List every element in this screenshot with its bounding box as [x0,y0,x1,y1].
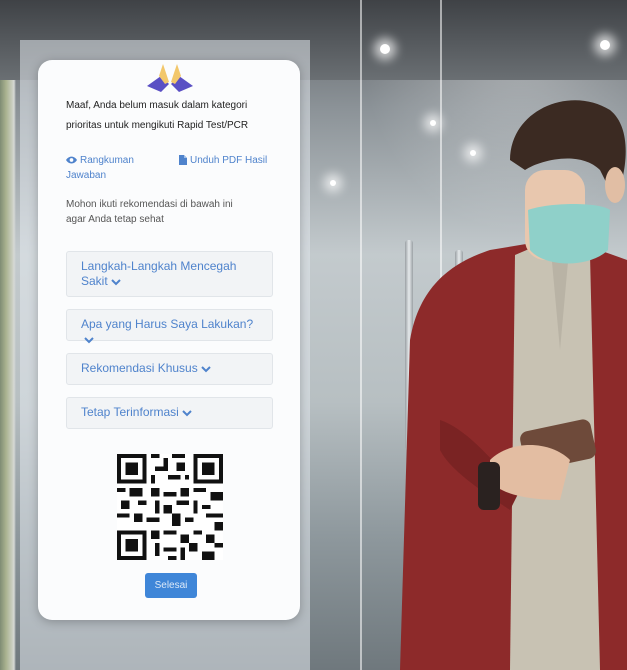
praying-hands-icon [147,64,193,92]
message-line-1: Maaf, Anda belum masuk dalam kategori [66,100,248,111]
accordion-what-to-do[interactable]: Apa yang Harus Saya Lakukan? [66,309,273,344]
ceiling-light [600,40,610,50]
accordion-label: Rekomendasi Khusus [81,361,198,375]
file-icon [179,155,187,166]
chevron-down-icon [201,366,211,373]
accordion-prevent-illness[interactable]: Langkah-Langkah Mencegah Sakit [66,251,273,297]
summary-link-line-1: Rangkuman [80,155,134,166]
eye-icon [66,156,77,164]
finish-button[interactable]: Selesai [145,573,197,598]
accordion-stay-informed[interactable]: Tetap Terinformasi [66,397,273,429]
accordion-label-line-1: Langkah-Langkah Mencegah [81,259,237,273]
accordion-label: Apa yang Harus Saya Lakukan? [81,317,254,331]
chevron-down-icon [84,337,94,344]
chevron-down-icon [110,279,121,286]
chevron-down-icon [182,410,192,417]
ceiling-light [330,180,336,186]
glass-door-edge [360,0,362,670]
summary-link-line-2: Jawaban [66,170,107,181]
advice-text: Mohon ikuti rekomendasi di bawah ini aga… [66,197,266,227]
accordion-label-line-2: Sakit [81,274,108,288]
accordion-special-recommendation[interactable]: Rekomendasi Khusus [66,353,273,385]
download-pdf-link[interactable]: Unduh PDF Hasil [179,153,267,168]
result-message: Maaf, Anda belum masuk dalam kategori pr… [66,96,276,136]
qr-code [117,454,223,560]
advice-line-1: Mohon ikuti rekomendasi di bawah ini [66,199,233,210]
accordion-label: Tetap Terinformasi [81,405,179,419]
pdf-link-label: Unduh PDF Hasil [190,155,268,166]
advice-line-2: agar Anda tetap sehat [66,214,164,225]
message-line-2: prioritas untuk mengikuti Rapid Test/PCR [66,120,249,131]
ceiling-light [380,44,390,54]
person-photo [400,100,627,670]
answer-summary-link[interactable]: Rangkuman Jawaban [66,153,134,183]
